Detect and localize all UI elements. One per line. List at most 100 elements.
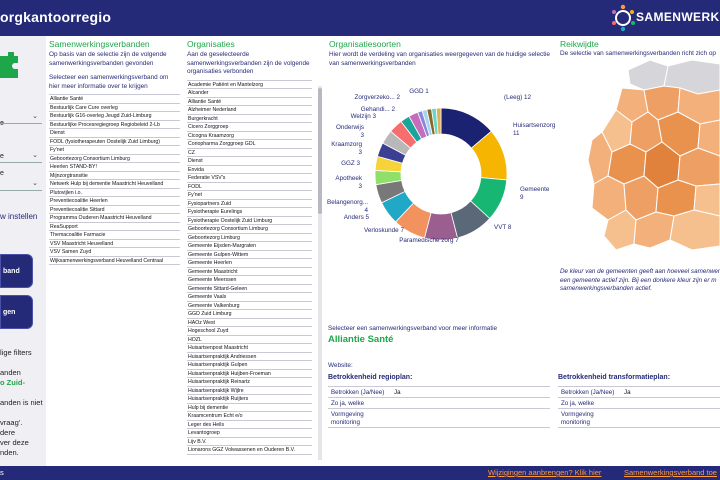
list-item[interactable]: Heerlen STAND-BY! bbox=[49, 163, 180, 172]
list-item[interactable]: Federatie VSV's bbox=[187, 174, 312, 183]
list-item[interactable]: Geboortezorg Consortium Limburg bbox=[49, 155, 180, 163]
list-item[interactable]: Hulp bij dementie bbox=[187, 404, 312, 412]
nav-organisaties-button[interactable]: gen bbox=[0, 295, 33, 329]
filter-select-1[interactable]: ⌄ bbox=[0, 112, 42, 124]
regioplan-table: Betrokken (Ja/Nee) Ja Zo ja, welke Vormg… bbox=[328, 386, 550, 428]
list-item[interactable]: Geboortezorg Limburg bbox=[187, 234, 312, 242]
list-item[interactable]: Alliantie Santé bbox=[49, 95, 180, 104]
list-item[interactable]: Gemeente Heerlen bbox=[187, 259, 312, 268]
sidebar-text-3: o Zuid- bbox=[0, 378, 25, 387]
list-item[interactable]: Leger des Heils bbox=[187, 421, 312, 429]
list-item[interactable]: Coriopharma Zorggroep GDL bbox=[187, 140, 312, 149]
municipality-map[interactable] bbox=[588, 60, 720, 260]
list-item[interactable]: Preventiecoalitie Sittard bbox=[49, 206, 180, 214]
map-note-line: samenwerkingsverbanden actief. bbox=[560, 285, 653, 293]
list-item[interactable]: Cicero Zorggroep bbox=[187, 123, 312, 132]
list-item[interactable]: CZ bbox=[187, 149, 312, 157]
filter-select-3[interactable]: ⌄ bbox=[0, 179, 42, 191]
list-item[interactable]: VSV Samen Zuyd bbox=[49, 248, 180, 257]
list-item[interactable]: Fysiotherapie Oostelijk Zuid Limburg bbox=[187, 217, 312, 225]
table-row: Betrokken (Ja/Nee) Ja bbox=[328, 387, 550, 398]
list-item[interactable]: Envida bbox=[187, 166, 312, 174]
list-item[interactable]: Plutovijlen i.o. bbox=[49, 189, 180, 197]
list-item[interactable]: Fysiopartners Zuid bbox=[187, 200, 312, 208]
list-item[interactable]: Netwerk Hulp bij dementie Maastricht Heu… bbox=[49, 180, 180, 189]
list-item[interactable]: Gemeente Vaals bbox=[187, 293, 312, 302]
list-item[interactable]: Hogeschool Zuyd bbox=[187, 327, 312, 336]
list-item[interactable]: Alcander bbox=[187, 89, 312, 98]
list-item[interactable]: FODL bbox=[187, 183, 312, 191]
list-item[interactable]: Gemeente Sittard-Geleen bbox=[187, 285, 312, 293]
list-item[interactable]: Gemeente Maastricht bbox=[187, 268, 312, 276]
nav-samenwerkingsverband-button[interactable]: band bbox=[0, 254, 33, 288]
list-item[interactable]: Fy'net bbox=[49, 146, 180, 155]
list-item[interactable]: Kraamcentrum Echt e/o bbox=[187, 412, 312, 421]
row-value: Ja bbox=[394, 389, 401, 396]
map-region[interactable] bbox=[677, 147, 720, 187]
list-item[interactable]: Bestuurlijke Procesregiegroep Regiobelei… bbox=[49, 121, 180, 129]
panel-hint: Selecteer een samenwerkingsverband om hi… bbox=[49, 74, 169, 90]
list-item[interactable]: Cicogna Kraamzorg bbox=[187, 132, 312, 140]
reset-filters-link[interactable]: w instellen bbox=[0, 212, 37, 221]
list-item[interactable]: Huisartsenpraktijk Andriessen bbox=[187, 353, 312, 361]
list-item[interactable]: Huisartsenpraktijk Gulpen bbox=[187, 361, 312, 370]
list-item[interactable]: GGD Zuid Limburg bbox=[187, 310, 312, 319]
row-key: Vormgeving monitoring bbox=[331, 411, 364, 426]
list-item[interactable]: Preventiecoalitie Heerlen bbox=[49, 197, 180, 206]
list-item[interactable]: Lijv B.V. bbox=[187, 438, 312, 446]
chevron-down-icon: ⌄ bbox=[32, 152, 38, 159]
list-item[interactable]: ReaSupport bbox=[49, 223, 180, 231]
list-item[interactable]: Alliantie Santé bbox=[187, 98, 312, 106]
list-item[interactable]: Bestuurlijk Care Cure overleg bbox=[49, 104, 180, 112]
list-item[interactable]: Alzheimer Nederland bbox=[187, 106, 312, 115]
donut-data-label: Onderwijs 3 bbox=[336, 124, 364, 139]
list-item[interactable]: Gemeente Meerssen bbox=[187, 276, 312, 285]
chevron-down-icon: ⌄ bbox=[32, 113, 38, 120]
list-item[interactable]: HOZL bbox=[187, 336, 312, 344]
list-item[interactable]: Gemeente Eijsden-Margraten bbox=[187, 242, 312, 251]
list-item[interactable]: Fysiotherapie Eurelings bbox=[187, 208, 312, 217]
list-item[interactable]: Gemeente Gulpen-Wittem bbox=[187, 251, 312, 259]
list-item[interactable]: Huisartsenpraktijk Huijben-Froeman bbox=[187, 370, 312, 378]
reikwijdte-description: De selectie van samenwerkingsverbanden r… bbox=[560, 50, 716, 57]
filter-sidebar: e ⌄ e ⌄ e ⌄ w instellen band gen lige fi… bbox=[0, 36, 46, 466]
list-item[interactable]: Academie Patiënt en Mantelzorg bbox=[187, 81, 312, 89]
map-region[interactable] bbox=[627, 60, 669, 91]
filter-select-2[interactable]: ⌄ bbox=[0, 151, 42, 163]
list-item[interactable]: Burgerkracht bbox=[187, 115, 312, 123]
list-item[interactable]: Fy'net bbox=[187, 191, 312, 200]
list-item[interactable]: Mijnzorgtransitie bbox=[49, 172, 180, 180]
map-note-line: De kleur van de gemeenten geeft aan hoev… bbox=[560, 268, 720, 275]
list-item[interactable]: Levantogroep bbox=[187, 429, 312, 438]
list-item[interactable]: Huisartsenpost Maastricht bbox=[187, 344, 312, 353]
app-title: orgkantoorregio bbox=[0, 9, 112, 25]
map-region[interactable] bbox=[669, 209, 720, 251]
chevron-down-icon: ⌄ bbox=[32, 180, 38, 187]
list-item[interactable]: Huisartsenpraktijk Reinartz bbox=[187, 378, 312, 387]
list-item[interactable]: VSV Maastricht Heuvelland bbox=[49, 240, 180, 248]
samenwerkingsverband-toevoegen-link[interactable]: Samenwerkingsverband toe bbox=[624, 468, 717, 477]
list-item[interactable]: Dienst bbox=[49, 129, 180, 138]
list-item[interactable]: Dienst bbox=[187, 157, 312, 166]
list-item[interactable]: Huisartsenpraktijk Ruijters bbox=[187, 395, 312, 404]
panel-description: Hier wordt de verdeling van organisaties… bbox=[329, 51, 550, 67]
donut-data-label: GGZ 3 bbox=[341, 160, 360, 167]
brand-logo: SAMENWERKINGSV bbox=[610, 4, 720, 32]
list-item[interactable]: HAOz West bbox=[187, 319, 312, 327]
list-item[interactable]: Lionarons GGZ Volwassenen en Ouderen B.V… bbox=[187, 446, 312, 455]
list-item[interactable]: Wijksamenwerkingsverband Heuvelland Cent… bbox=[49, 257, 180, 265]
sidebar-text-5: vraag'. bbox=[0, 418, 23, 427]
wijzigingen-link[interactable]: Wijzigingen aanbrengen? Klik hier bbox=[488, 468, 601, 477]
list-item[interactable]: Gemeente Valkenburg bbox=[187, 302, 312, 310]
list-item[interactable]: Huisartsenpraktijk Wijlre bbox=[187, 387, 312, 395]
donut-data-label: Huisartsenzorg 11 bbox=[513, 122, 556, 137]
nav-button-label-2: gen bbox=[3, 309, 16, 316]
organisaties-scroll-thumb[interactable] bbox=[318, 88, 322, 214]
donut-data-label: GGD 1 bbox=[409, 88, 429, 95]
list-item[interactable]: Themacoalitie Farmacie bbox=[49, 231, 180, 240]
list-item[interactable]: FODL (fysiotherapeuten Oostelijk Zuid Li… bbox=[49, 138, 180, 146]
organisatiesoorten-donut-chart[interactable]: (Leeg) 12 Huisartsenzorg 11 Gemeente 9 VVT 8 P… bbox=[326, 84, 558, 260]
list-item[interactable]: Geboortezorg Consortium Limburg bbox=[187, 225, 312, 234]
list-item[interactable]: Programma Ouderen Maastricht Heuvelland bbox=[49, 214, 180, 223]
list-item[interactable]: Bestuurlijk G16-overleg Jeugd Zuid-Limbu… bbox=[49, 112, 180, 121]
